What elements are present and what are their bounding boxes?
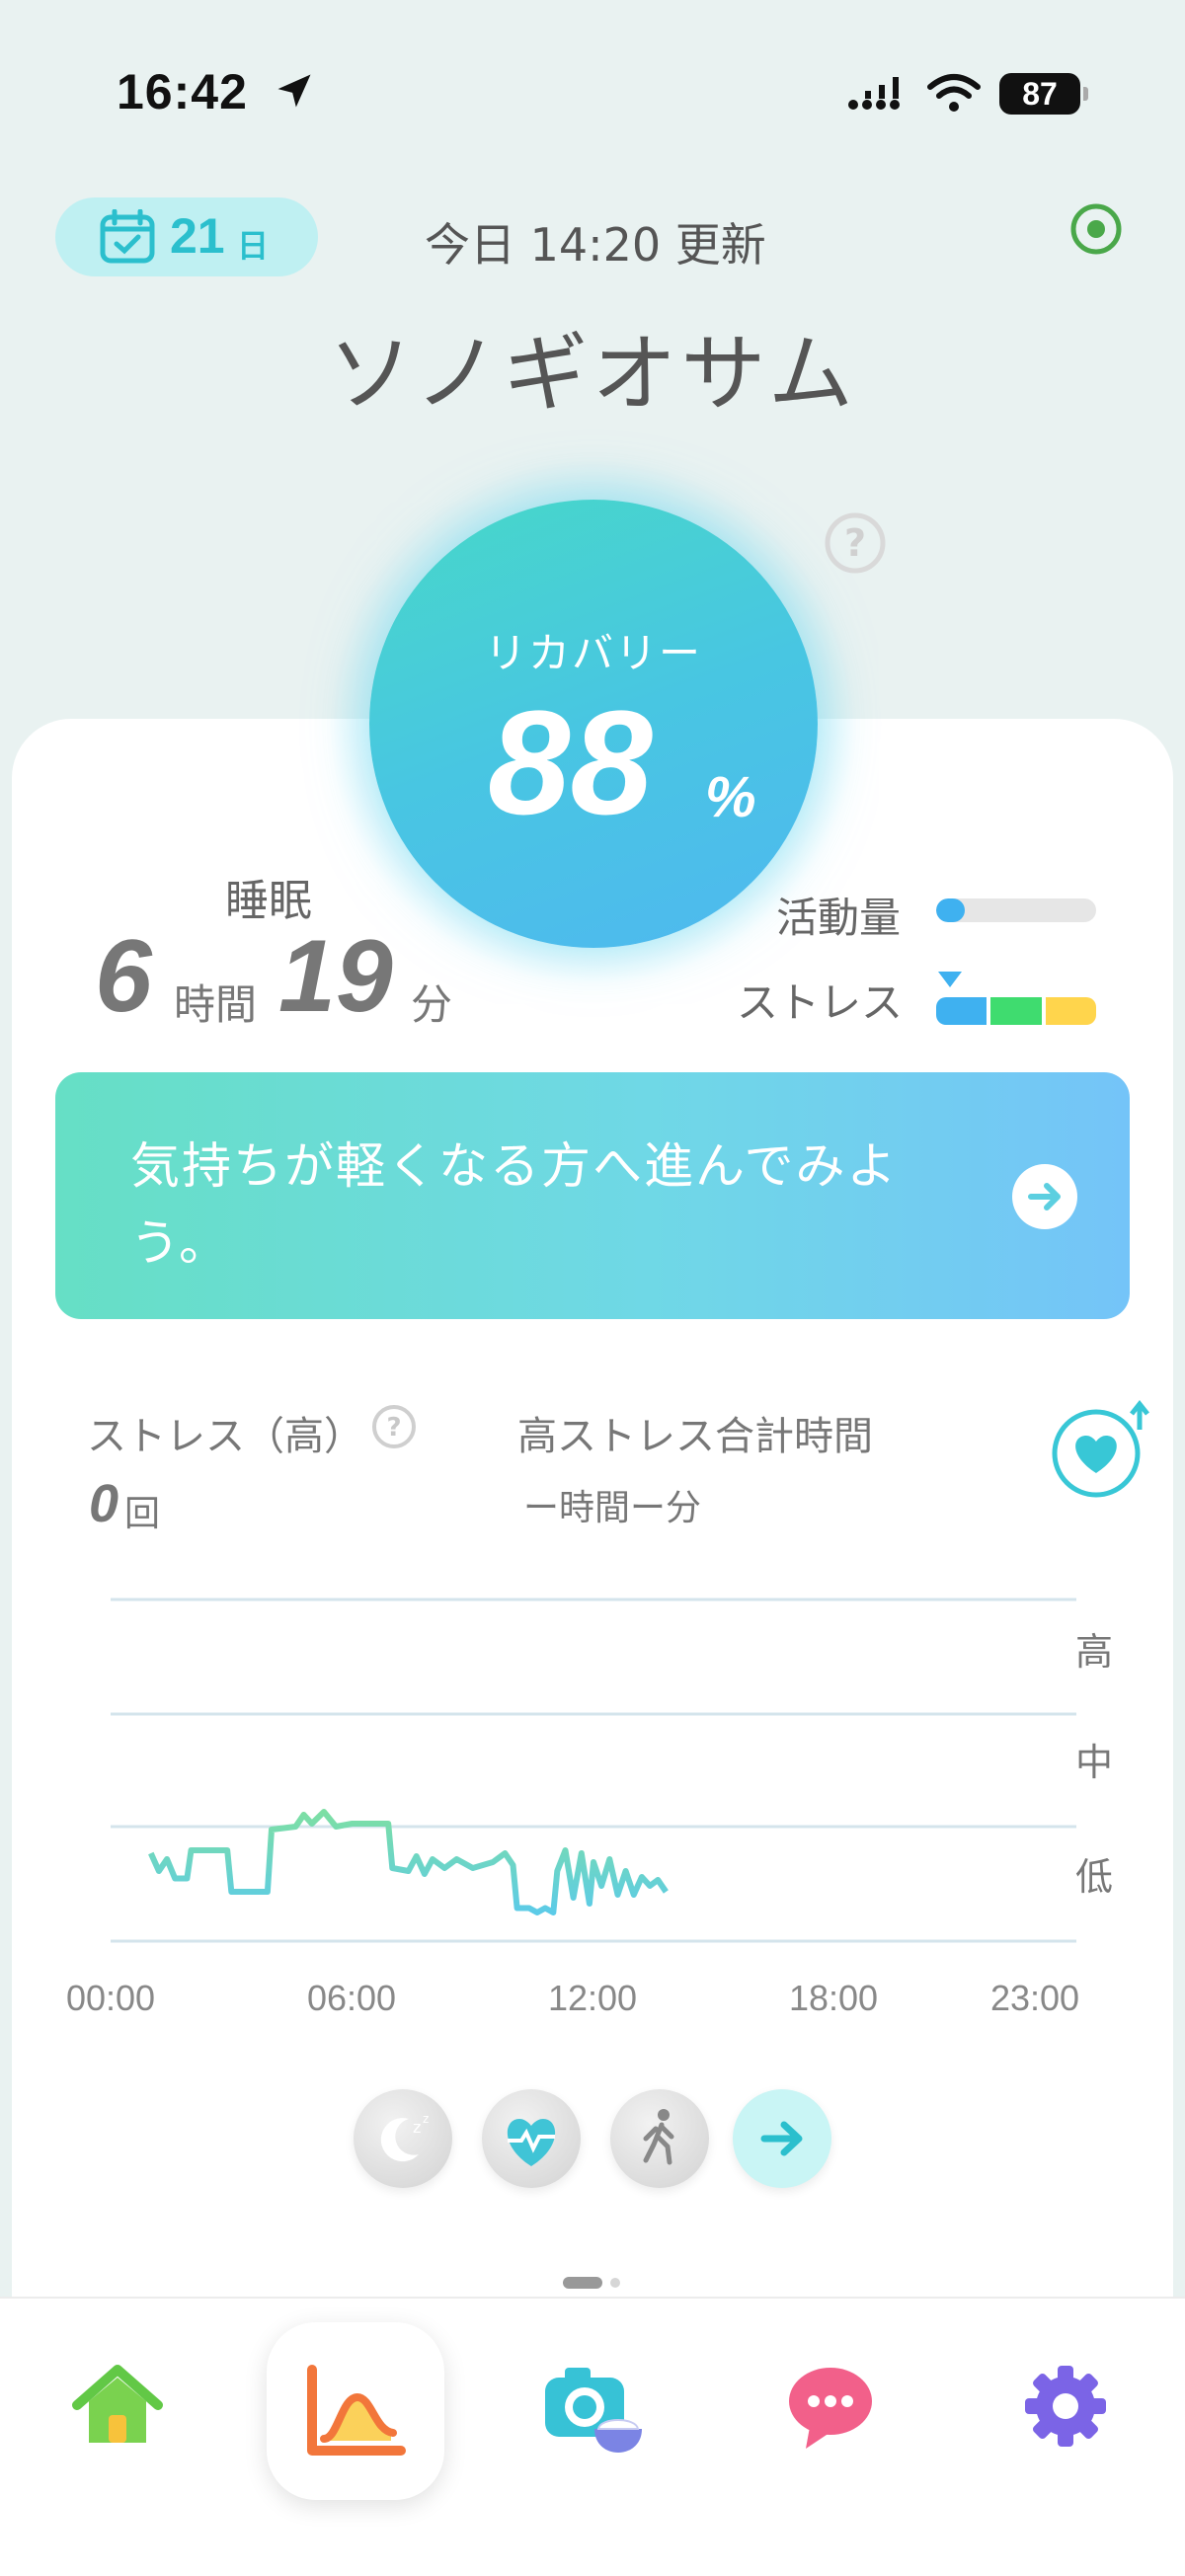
- svg-text:z: z: [423, 2112, 429, 2126]
- wifi-icon: [927, 74, 981, 112]
- heart-up-icon[interactable]: [1049, 1400, 1151, 1499]
- chart-icon: [307, 2365, 406, 2456]
- help-icon[interactable]: ?: [371, 1404, 417, 1449]
- last-updated: 今日 14:20 更新: [425, 218, 766, 272]
- recovery-circle[interactable]: リカバリー 88 %: [369, 500, 818, 948]
- arrow-right-icon: [760, 2121, 803, 2156]
- stress-count-unit: 回: [124, 1494, 161, 1534]
- chart-x-tick: 12:00: [548, 1978, 637, 2018]
- activity-label: 活動量: [776, 894, 902, 942]
- walking-icon: [643, 2109, 674, 2165]
- target-icon[interactable]: [1068, 201, 1124, 257]
- chart-x-tick: 18:00: [789, 1978, 878, 2018]
- svg-text:?: ?: [386, 1413, 401, 1443]
- location-arrow-icon: [277, 74, 311, 108]
- cellular-signal-icon: [848, 77, 900, 110]
- stress-segment-high: [1045, 997, 1096, 1025]
- sleep-minutes: 19: [278, 919, 393, 1034]
- tab-settings[interactable]: [1011, 2352, 1120, 2460]
- arrow-right-icon[interactable]: [1011, 1163, 1078, 1230]
- tab-chart[interactable]: [267, 2322, 444, 2500]
- activity-bar: [936, 898, 1096, 922]
- high-stress-total-label: 高ストレス合計時間: [517, 1414, 873, 1459]
- heart-pulse-icon: [507, 2119, 556, 2166]
- svg-text:z: z: [413, 2118, 421, 2137]
- tab-home[interactable]: [63, 2352, 172, 2460]
- stress-meter-label: ストレス: [737, 978, 904, 1027]
- recovery-unit: %: [705, 765, 756, 829]
- stress-level-bar: [936, 997, 1096, 1025]
- sleep-minutes-unit: 分: [411, 980, 453, 1029]
- camera-food-icon: [545, 2368, 642, 2453]
- chart-x-tick: 06:00: [307, 1978, 396, 2018]
- stress-segment-low: [936, 997, 988, 1025]
- walk-mode-button[interactable]: [610, 2089, 709, 2188]
- stress-chart: 高中低 00:00 06:00 12:00 18:00 23:00: [66, 1598, 1113, 2018]
- moon-zz-icon: z z: [380, 2112, 429, 2162]
- stress-count-label: ストレス（高）: [87, 1414, 363, 1459]
- heart-mode-button[interactable]: [482, 2089, 581, 2188]
- stress-marker: [938, 972, 962, 987]
- page-indicator-active: [563, 2277, 602, 2289]
- page-indicator: [610, 2278, 620, 2288]
- clock-time: 16:42: [117, 64, 248, 119]
- sleep-mode-button[interactable]: z z: [354, 2089, 452, 2188]
- user-name: ソノギオサム: [328, 325, 857, 424]
- streak-day-badge[interactable]: 21 日: [55, 197, 318, 276]
- tab-bar: [0, 2297, 1185, 2576]
- help-icon[interactable]: ?: [824, 511, 887, 575]
- calendar-check-icon: [100, 209, 155, 264]
- gear-icon: [1025, 2366, 1106, 2447]
- day-unit: 日: [237, 227, 270, 265]
- tab-camera[interactable]: [539, 2352, 648, 2460]
- suggestion-text: 気持ちが軽くなる方へ進んでみよう。: [130, 1137, 899, 1272]
- svg-text:?: ?: [844, 521, 866, 565]
- chat-icon: [789, 2368, 872, 2449]
- home-icon: [72, 2365, 163, 2443]
- sleep-hours: 6: [95, 919, 152, 1034]
- recovery-label: リカバリー: [484, 629, 702, 677]
- tab-chat[interactable]: [776, 2352, 885, 2460]
- status-bar: 16:42 87: [0, 0, 1185, 188]
- chart-level-label: 低: [1075, 1855, 1113, 1899]
- chart-x-tick: 00:00: [66, 1978, 155, 2018]
- suggestion-banner[interactable]: 気持ちが軽くなる方へ進んでみよう。: [55, 1072, 1130, 1319]
- next-mode-button[interactable]: [733, 2089, 831, 2188]
- stress-segment-mid: [990, 997, 1042, 1025]
- battery-indicator: 87: [999, 73, 1088, 115]
- chart-level-label: 中: [1075, 1741, 1113, 1784]
- day-count: 21: [170, 208, 225, 264]
- recovery-value: 88: [488, 679, 653, 845]
- high-stress-total-value: ー時間ー分: [523, 1488, 702, 1528]
- sleep-hours-unit: 時間: [174, 980, 258, 1029]
- chart-level-label: 高: [1075, 1630, 1113, 1674]
- activity-bar-fill: [936, 898, 966, 922]
- stress-count: 0: [89, 1474, 119, 1533]
- chart-x-tick: 23:00: [990, 1978, 1079, 2018]
